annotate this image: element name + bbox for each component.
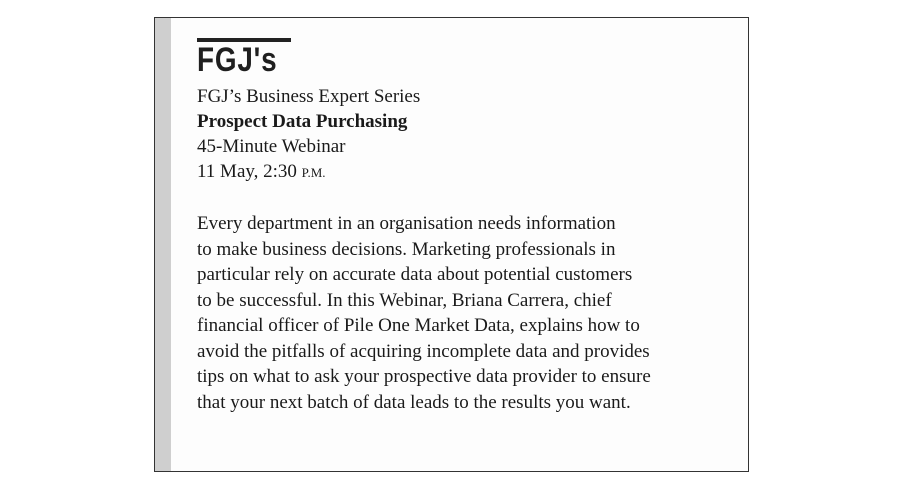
date-time-text: 11 May, 2:30 xyxy=(197,161,302,182)
description-line: that your next batch of data leads to th… xyxy=(197,391,631,413)
webinar-notice-card: FGJ's FGJ’s Business Expert Series Prosp… xyxy=(154,17,749,472)
description-line: Every department in an organisation need… xyxy=(197,213,616,234)
series-name: FGJ’s Business Expert Series xyxy=(197,86,421,107)
fgj-logo: FGJ's xyxy=(197,38,295,80)
description-line: financial officer of Pile One Market Dat… xyxy=(197,315,640,336)
description-line: avoid the pitfalls of acquiring incomple… xyxy=(197,340,650,362)
description-line: tips on what to ask your prospective dat… xyxy=(197,366,651,387)
logo-text: FGJ's xyxy=(197,41,278,79)
description-line: to make business decisions. Marketing pr… xyxy=(197,238,616,260)
accent-bar xyxy=(155,18,171,471)
notice-content: FGJ's FGJ’s Business Expert Series Prosp… xyxy=(197,38,738,415)
webinar-date-time: 11 May, 2:30 P.M. xyxy=(197,159,738,185)
webinar-format: 45-Minute Webinar xyxy=(197,136,346,157)
description-line: particular rely on accurate data about p… xyxy=(197,264,633,285)
webinar-description: Every department in an organisation need… xyxy=(197,211,757,415)
time-suffix: P.M. xyxy=(301,165,326,180)
description-line: to be successful. In this Webinar, Brian… xyxy=(197,289,612,311)
webinar-title: Prospect Data Purchasing xyxy=(197,111,408,132)
